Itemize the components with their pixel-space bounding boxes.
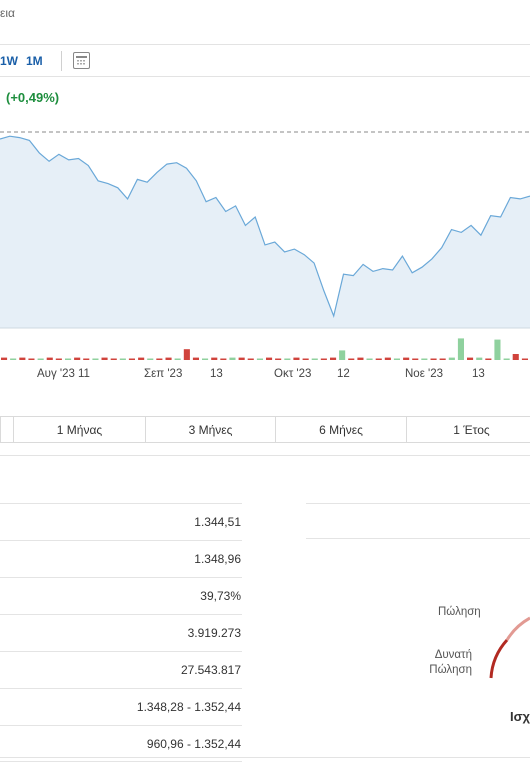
volume-bar <box>147 358 154 360</box>
volume-bar <box>202 358 209 360</box>
volume-bar <box>128 358 135 360</box>
stats-value: 3.919.273 <box>0 614 242 651</box>
volume-bar <box>357 357 364 360</box>
volume-bar <box>266 357 273 360</box>
volume-bar <box>46 357 53 360</box>
volume-bar <box>183 349 190 360</box>
volume-bar <box>485 358 492 360</box>
volume-bar <box>302 358 309 360</box>
volume-bar <box>384 357 391 360</box>
volume-bar <box>55 358 62 360</box>
volume-bar <box>393 358 400 360</box>
timeframe-1w-button[interactable]: 1W <box>0 54 18 68</box>
volume-bar <box>275 358 282 360</box>
price-change-percent: (+0,49%) <box>6 90 60 105</box>
volume-bar <box>37 358 44 360</box>
volume-bar <box>238 357 245 360</box>
x-tick-label: 12 <box>337 368 350 380</box>
volume-bar <box>119 358 126 360</box>
section-divider <box>0 455 530 456</box>
toolbar-separator <box>61 51 62 71</box>
volume-bar <box>138 357 145 360</box>
volume-bar <box>375 358 382 360</box>
x-tick-label: Αυγ '23 <box>37 368 75 380</box>
volume-bar <box>366 358 373 360</box>
x-tick-label: 13 <box>210 368 223 380</box>
calendar-icon[interactable] <box>73 52 90 69</box>
volume-bar <box>101 357 108 360</box>
volume-bar <box>19 357 26 360</box>
volume-bar <box>330 357 337 360</box>
volume-bar <box>174 358 181 360</box>
volume-bars <box>1 338 528 360</box>
volume-bar <box>256 358 263 360</box>
timeframe-1m-button[interactable]: 1M <box>26 54 43 68</box>
volume-bar <box>165 357 172 360</box>
volume-bar <box>83 358 90 360</box>
volume-bar <box>430 358 437 360</box>
volume-bar <box>448 357 455 360</box>
stats-value: 1.344,51 <box>0 503 242 540</box>
volume-bar <box>348 358 355 360</box>
gauge-arc-sell <box>505 616 530 641</box>
price-chart[interactable] <box>0 120 530 365</box>
gauge-label-sell: Πώληση <box>438 606 481 618</box>
volume-bar <box>311 358 318 360</box>
volume-bar <box>220 358 227 360</box>
range-3-months[interactable]: 3 Μήνες <box>145 417 275 442</box>
x-tick-label: Σεπ '23 <box>144 368 183 380</box>
volume-bar <box>439 358 446 360</box>
breadcrumb[interactable]: εια <box>0 6 15 20</box>
volume-bar <box>10 358 17 360</box>
volume-bar <box>110 358 117 360</box>
x-tick-label: 11 <box>78 368 90 380</box>
volume-bar <box>494 339 501 360</box>
volume-bar <box>293 357 300 360</box>
volume-bar <box>74 357 81 360</box>
volume-bar <box>339 350 346 360</box>
volume-bar <box>192 357 199 360</box>
panel-divider <box>306 538 530 539</box>
volume-bar <box>476 357 483 360</box>
gauge-label-strong-sell: Δυνατή Πώληση <box>429 649 472 676</box>
range-1-year[interactable]: 1 Έτος <box>406 417 530 442</box>
volume-bar <box>512 354 519 360</box>
volume-bar <box>284 358 291 360</box>
volume-bar <box>467 357 474 360</box>
stats-value: 39,73% <box>0 577 242 614</box>
volume-bar <box>320 358 327 360</box>
range-1-month[interactable]: 1 Μήνας <box>13 417 145 442</box>
volume-bar <box>421 358 428 360</box>
volume-bar <box>521 358 528 360</box>
volume-bar <box>65 358 72 360</box>
volume-bar <box>403 357 410 360</box>
volume-bar <box>457 338 464 360</box>
gauge-arc-strong-sell <box>489 638 509 679</box>
stats-table: 1.344,51 1.348,96 39,73% 3.919.273 27.54… <box>0 503 242 762</box>
divider <box>0 76 530 77</box>
volume-bar <box>229 357 236 360</box>
x-tick-label: Νοε '23 <box>405 368 444 380</box>
range-selector: 1 Μήνας 3 Μήνες 6 Μήνες 1 Έτος <box>0 416 530 443</box>
volume-bar <box>247 358 254 360</box>
x-tick-label: 13 <box>472 368 485 380</box>
volume-bar <box>156 358 163 360</box>
volume-bar <box>92 358 99 360</box>
volume-bar <box>412 358 419 360</box>
range-partial[interactable] <box>1 417 13 442</box>
volume-bar <box>503 358 510 360</box>
panel-divider <box>306 503 530 504</box>
x-tick-label: Οκτ '23 <box>274 368 312 380</box>
stats-value: 1.348,28 - 1.352,44 <box>0 688 242 725</box>
range-6-months[interactable]: 6 Μήνες <box>275 417 406 442</box>
volume-bar <box>211 357 218 360</box>
gauge-summary-label: Ισχ <box>510 709 530 724</box>
stats-value: 1.348,96 <box>0 540 242 577</box>
sentiment-gauge <box>489 616 530 679</box>
stats-value: 27.543.817 <box>0 651 242 688</box>
volume-bar <box>28 358 35 360</box>
divider <box>0 44 530 45</box>
volume-bar <box>1 357 8 360</box>
